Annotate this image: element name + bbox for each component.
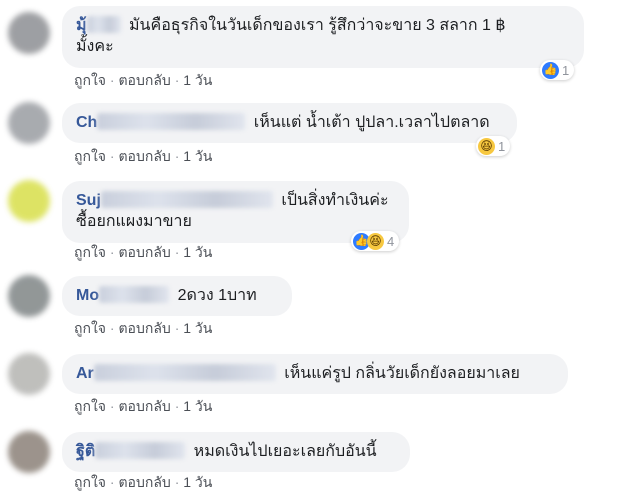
like-link[interactable]: ถูกใจ (74, 148, 106, 164)
reaction-summary[interactable]: 👍 😆 4 (351, 231, 400, 251)
reply-link[interactable]: ตอบกลับ (118, 148, 170, 164)
timestamp[interactable]: 1 วัน (183, 398, 212, 414)
like-link[interactable]: ถูกใจ (74, 474, 106, 490)
reply-link[interactable]: ตอบกลับ (118, 474, 170, 490)
comment-bubble: ฐิติ หมดเงินไปเยอะเลยกับอันนี้ (62, 432, 410, 472)
reaction-count: 1 (562, 62, 570, 78)
commenter-name[interactable]: มุ้ (76, 16, 125, 34)
comment-text-line2: มั้งคะ (76, 38, 114, 55)
comment-text-line2: ซื้อยกแผงมาขาย (76, 213, 192, 230)
avatar[interactable] (8, 275, 50, 317)
reply-link[interactable]: ตอบกลับ (118, 72, 170, 88)
comment-bubble: Ch เห็นแต่ น้ำเต้า ปูปลา.เวลาไปตลาด (62, 103, 517, 143)
avatar[interactable] (8, 180, 50, 222)
comment-bubble: Mo 2ดวง 1บาท (62, 276, 292, 316)
commenter-name[interactable]: Ar (76, 364, 280, 382)
comment-actions: ถูกใจ · ตอบกลับ · 1 วัน (74, 148, 213, 164)
commenter-name[interactable]: Suj (76, 191, 277, 209)
timestamp[interactable]: 1 วัน (183, 148, 212, 164)
like-link[interactable]: ถูกใจ (74, 244, 106, 260)
timestamp[interactable]: 1 วัน (183, 474, 212, 490)
reaction-count: 1 (498, 138, 506, 154)
comment-text: เป็นสิ่งทำเงินค่ะ (281, 192, 389, 209)
comment-text: หมดเงินไปเยอะเลยกับอันนี้ (193, 443, 377, 460)
like-link[interactable]: ถูกใจ (74, 398, 106, 414)
reply-link[interactable]: ตอบกลับ (118, 320, 170, 336)
comment-text: มันคือธุรกิจในวันเด็กของเรา รู้สึกว่าจะข… (129, 17, 506, 34)
reaction-summary[interactable]: 👍 1 (540, 60, 575, 80)
comment-bubble: มุ้ มันคือธุรกิจในวันเด็กของเรา รู้สึกว่… (62, 6, 584, 68)
comment-bubble: Ar เห็นแค่รูป กลิ่นวัยเด็กยังลอยมาเลย (62, 354, 568, 394)
comment-actions: ถูกใจ · ตอบกลับ · 1 วัน (74, 244, 213, 260)
reaction-count: 4 (387, 233, 395, 249)
reply-link[interactable]: ตอบกลับ (118, 244, 170, 260)
commenter-name[interactable]: ฐิติ (76, 442, 189, 460)
haha-icon: 😆 (478, 137, 495, 155)
haha-icon: 😆 (367, 232, 384, 250)
comment-actions: ถูกใจ · ตอบกลับ · 1 วัน (74, 320, 213, 336)
comment-text: เห็นแต่ น้ำเต้า ปูปลา.เวลาไปตลาด (253, 114, 490, 131)
avatar[interactable] (8, 353, 50, 395)
timestamp[interactable]: 1 วัน (183, 320, 212, 336)
commenter-name[interactable]: Mo (76, 286, 173, 304)
timestamp[interactable]: 1 วัน (183, 72, 212, 88)
timestamp[interactable]: 1 วัน (183, 244, 212, 260)
avatar[interactable] (8, 431, 50, 473)
like-icon: 👍 (542, 61, 559, 79)
like-link[interactable]: ถูกใจ (74, 72, 106, 88)
commenter-name[interactable]: Ch (76, 113, 249, 131)
comment-text: 2ดวง 1บาท (177, 287, 257, 304)
reaction-summary[interactable]: 😆 1 (476, 136, 511, 156)
avatar[interactable] (8, 12, 50, 54)
comment-actions: ถูกใจ · ตอบกลับ · 1 วัน (74, 72, 213, 88)
avatar[interactable] (8, 102, 50, 144)
comment-text: เห็นแค่รูป กลิ่นวัยเด็กยังลอยมาเลย (284, 365, 520, 382)
like-link[interactable]: ถูกใจ (74, 320, 106, 336)
comment-actions: ถูกใจ · ตอบกลับ · 1 วัน (74, 398, 213, 414)
reply-link[interactable]: ตอบกลับ (118, 398, 170, 414)
